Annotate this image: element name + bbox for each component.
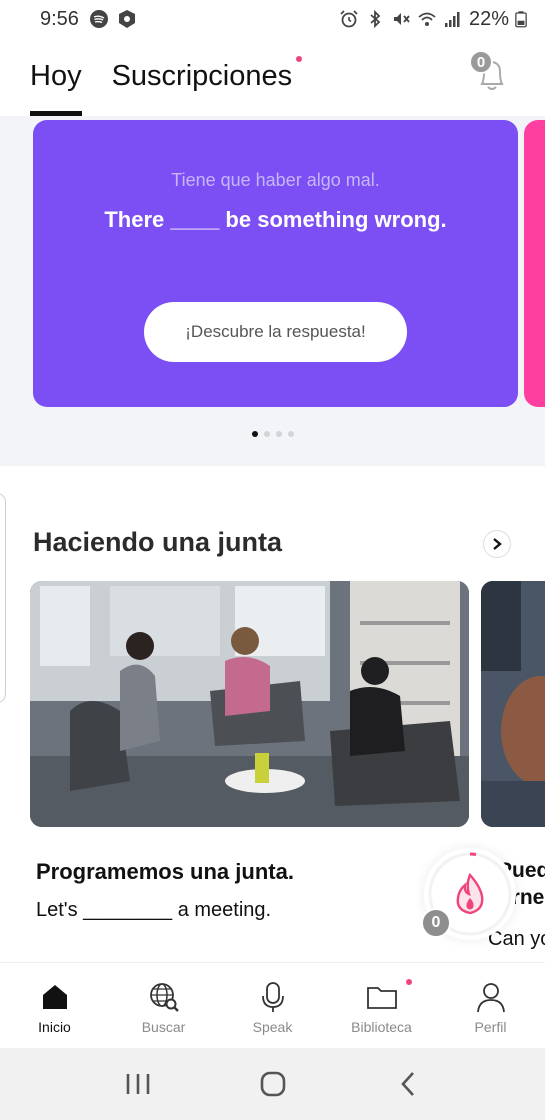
hero-sentence: There ____ be something wrong. bbox=[104, 207, 447, 232]
tab-suscripciones[interactable]: Suscripciones bbox=[112, 38, 303, 116]
home-icon bbox=[42, 985, 67, 1009]
home-circle-icon bbox=[260, 1071, 285, 1097]
nav-inicio[interactable]: Inicio bbox=[0, 963, 109, 1048]
person-icon bbox=[476, 983, 505, 1013]
microphone-icon bbox=[261, 982, 284, 1012]
card-sentence: Let's ________ a meeting. bbox=[36, 899, 272, 921]
bluetooth-icon bbox=[370, 9, 381, 29]
streak-count-badge: 0 bbox=[421, 908, 451, 938]
pagination-dot bbox=[275, 431, 282, 437]
video-thumbnail[interactable] bbox=[30, 581, 469, 827]
pagination-dot bbox=[287, 431, 294, 437]
pagination-dot bbox=[263, 431, 270, 437]
hero-translation: Tiene que haber algo mal. bbox=[171, 170, 380, 190]
notification-dot bbox=[296, 56, 303, 62]
recent-apps-icon bbox=[126, 1074, 149, 1094]
card-title: Programemos una junta. bbox=[36, 859, 294, 884]
nav-perfil[interactable]: Perfil bbox=[436, 963, 545, 1048]
bottom-navigation: Inicio Buscar Speak Biblioteca Perfil bbox=[0, 962, 545, 1048]
alarm-icon bbox=[340, 10, 358, 28]
pagination-dot-active bbox=[251, 431, 258, 437]
nav-biblioteca[interactable]: Biblioteca bbox=[327, 963, 436, 1048]
nav-speak[interactable]: Speak bbox=[218, 963, 327, 1048]
carousel-pagination bbox=[0, 431, 545, 437]
wifi-icon bbox=[418, 12, 436, 26]
shield-app-icon bbox=[118, 10, 135, 28]
system-navigation-bar bbox=[0, 1048, 545, 1120]
recent-apps-button[interactable] bbox=[122, 1068, 154, 1100]
section-title: Haciendo una junta bbox=[33, 527, 283, 557]
mute-icon bbox=[393, 13, 410, 25]
back-button[interactable] bbox=[392, 1068, 424, 1100]
hero-carousel[interactable]: Tiene que haber algo mal. There ____ be … bbox=[0, 116, 545, 466]
tab-hoy[interactable]: Hoy bbox=[30, 38, 82, 116]
globe-search-icon bbox=[149, 983, 179, 1012]
status-time: 9:56 bbox=[40, 7, 79, 30]
battery-percentage: 22% bbox=[468, 7, 509, 30]
top-tabs: Hoy Suscripciones bbox=[0, 38, 545, 116]
battery-icon bbox=[515, 11, 527, 28]
nav-buscar[interactable]: Buscar bbox=[109, 963, 218, 1048]
section-more-button[interactable] bbox=[483, 530, 511, 558]
notification-count-badge: 0 bbox=[469, 50, 493, 74]
chevron-right-icon bbox=[493, 538, 502, 550]
video-thumbnail-next[interactable] bbox=[481, 581, 545, 827]
spotify-icon bbox=[89, 10, 108, 28]
notification-dot bbox=[406, 979, 412, 985]
hero-card[interactable]: Tiene que haber algo mal. There ____ be … bbox=[33, 120, 518, 407]
edge-panel-handle[interactable] bbox=[0, 493, 6, 703]
next-video-image bbox=[481, 581, 545, 827]
signal-icon bbox=[444, 12, 460, 27]
back-chevron-icon bbox=[400, 1072, 414, 1096]
home-system-button[interactable] bbox=[257, 1068, 289, 1100]
next-hero-card-peek[interactable] bbox=[524, 120, 545, 407]
notifications-button[interactable]: 0 bbox=[469, 50, 515, 96]
discover-answer-button[interactable]: ¡Descubre la respuesta! bbox=[144, 302, 407, 362]
folder-icon bbox=[366, 987, 397, 1009]
meeting-scene-image bbox=[30, 581, 469, 827]
status-bar: 9:56 22% bbox=[0, 0, 545, 38]
